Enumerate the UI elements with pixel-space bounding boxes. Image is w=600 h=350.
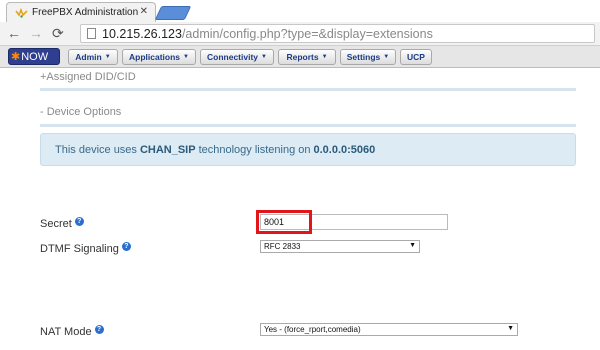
back-arrow-icon[interactable]: ←: [7, 25, 21, 41]
freepbx-favicon-icon: [15, 7, 28, 18]
help-icon[interactable]: ?: [94, 325, 104, 334]
url-host: 10.215.26.123: [102, 26, 182, 41]
menu-reports-label: Reports: [286, 52, 319, 62]
chevron-down-icon: ▼: [321, 54, 328, 60]
nat-label-row: NAT Mode ?: [40, 325, 104, 338]
menu-settings[interactable]: Settings ▼: [340, 49, 396, 65]
dtmf-selected-value: RFC 2833: [264, 242, 301, 251]
technology-info-alert: This device uses CHAN_SIP technology lis…: [40, 133, 576, 166]
assigned-did-section-toggle[interactable]: +Assigned DID/CID: [40, 71, 136, 83]
menu-applications-label: Applications: [129, 52, 181, 62]
page-icon: [87, 28, 96, 39]
section-divider: [40, 88, 576, 91]
highlight-annotation-box: [256, 210, 312, 234]
chevron-down-icon: ▼: [183, 54, 189, 60]
nat-selected-value: Yes - (force_rport,comedia): [264, 325, 361, 334]
help-icon[interactable]: ?: [121, 242, 131, 251]
logo-text: NOW: [21, 50, 49, 63]
dtmf-label-row: DTMF Signaling ?: [40, 242, 131, 255]
forward-arrow-icon[interactable]: →: [29, 25, 43, 41]
help-icon[interactable]: ?: [74, 217, 84, 226]
info-prefix: This device uses: [55, 143, 137, 156]
browser-tabstrip: FreePBX Administration ✕: [0, 0, 600, 22]
device-options-section-toggle[interactable]: - Device Options: [40, 106, 121, 118]
url-path: /admin/config.php?type=&display=extensio…: [181, 26, 433, 41]
chevron-down-icon: ▼: [261, 54, 267, 60]
section-divider: [40, 124, 576, 127]
new-tab-button[interactable]: [154, 6, 192, 20]
menu-admin-label: Admin: [75, 52, 102, 62]
menu-ucp[interactable]: UCP: [400, 49, 432, 65]
freepbx-menubar: ✱ NOW Admin ▼ Applications ▼ Connectivit…: [0, 46, 600, 68]
nat-label: NAT Mode: [40, 326, 92, 338]
menu-applications[interactable]: Applications ▼: [122, 49, 196, 65]
secret-label-row: Secret ?: [40, 217, 84, 230]
tab-close-icon[interactable]: ✕: [140, 6, 148, 17]
menu-settings-label: Settings: [346, 52, 381, 62]
freepbx-logo[interactable]: ✱ NOW: [8, 48, 60, 65]
reload-icon[interactable]: ⟳: [52, 25, 64, 41]
chevron-down-icon: ▼: [104, 54, 111, 60]
dtmf-signaling-select[interactable]: RFC 2833 ▼: [260, 240, 420, 253]
chevron-down-icon: ▼: [383, 54, 390, 60]
menu-admin[interactable]: Admin ▼: [68, 49, 118, 65]
dropdown-arrow-icon: ▼: [409, 242, 416, 249]
logo-star-icon: ✱: [11, 51, 21, 63]
menu-ucp-label: UCP: [407, 52, 425, 62]
menu-reports[interactable]: Reports ▼: [278, 49, 336, 65]
dtmf-label: DTMF Signaling: [40, 243, 119, 255]
browser-tab[interactable]: FreePBX Administration ✕: [6, 2, 156, 22]
address-bar-row: ← → ⟳ 10.215.26.123 /admin/config.php?ty…: [0, 22, 600, 46]
tab-title: FreePBX Administration: [32, 7, 139, 18]
menu-connectivity[interactable]: Connectivity ▼: [200, 49, 274, 65]
secret-label: Secret: [40, 218, 72, 230]
menu-connectivity-label: Connectivity: [207, 52, 259, 62]
info-address: 0.0.0.0:5060: [313, 143, 376, 156]
nat-mode-select[interactable]: Yes - (force_rport,comedia) ▼: [260, 323, 518, 336]
info-technology: CHAN_SIP: [139, 143, 196, 156]
page-content: +Assigned DID/CID - Device Options This …: [0, 68, 600, 350]
dropdown-arrow-icon: ▼: [507, 325, 514, 332]
info-middle: technology listening on: [198, 143, 311, 156]
url-bar[interactable]: 10.215.26.123 /admin/config.php?type=&di…: [80, 24, 595, 43]
